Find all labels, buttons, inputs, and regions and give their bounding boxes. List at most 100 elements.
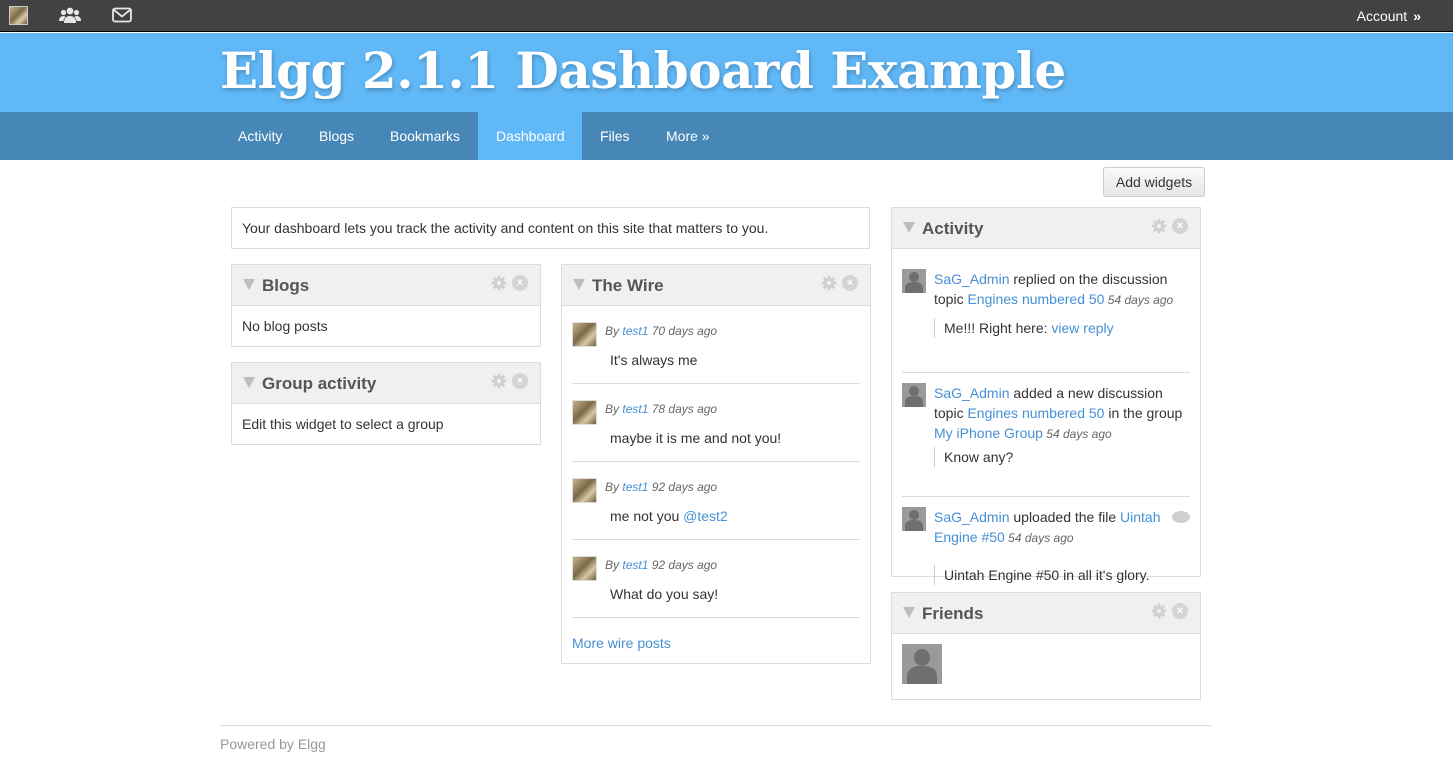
widget-the-wire: The Wire × By test1 70 days ago It's alw…	[561, 264, 871, 664]
widget-header: Blogs ×	[232, 265, 540, 306]
user-link[interactable]: SaG_Admin	[934, 509, 1009, 525]
widget-header: The Wire ×	[562, 265, 870, 306]
wire-author-link[interactable]: test1	[622, 480, 648, 494]
nav-item-files[interactable]: Files	[582, 112, 648, 160]
add-widgets-button[interactable]: Add widgets	[1103, 167, 1205, 197]
site-title[interactable]: Elgg 2.1.1 Dashboard Example	[220, 41, 1066, 100]
nav-item-more[interactable]: More »	[648, 112, 728, 160]
collapse-toggle-icon[interactable]	[903, 222, 915, 233]
user-avatar-icon[interactable]	[902, 269, 926, 293]
collapse-toggle-icon[interactable]	[573, 279, 585, 290]
groups-icon[interactable]	[58, 5, 82, 25]
user-link[interactable]: SaG_Admin	[934, 385, 1009, 401]
user-avatar-icon[interactable]	[572, 478, 597, 503]
mail-icon[interactable]	[111, 5, 133, 25]
activity-excerpt: Me!!! Right here: view reply	[934, 318, 1114, 338]
activity-item: SaG_Admin added a new discussion topic E…	[902, 383, 1190, 497]
activity-time: 54 days ago	[1104, 293, 1174, 307]
activity-excerpt: Know any?	[934, 447, 1013, 467]
widget-title: Blogs	[262, 276, 310, 295]
nav-item-blogs[interactable]: Blogs	[301, 112, 372, 160]
topbar: Account »	[0, 0, 1453, 32]
widget-activity: Activity × SaG_Admin replied on the disc…	[891, 207, 1201, 601]
wire-message: It's always me	[610, 352, 698, 368]
close-icon[interactable]: ×	[512, 275, 528, 291]
user-avatar-icon[interactable]	[572, 322, 597, 347]
activity-item: SaG_Admin replied on the discussion topi…	[902, 269, 1190, 373]
friend-avatar-icon[interactable]	[902, 644, 942, 684]
nav-item-activity[interactable]: Activity	[220, 112, 300, 160]
wire-byline: By test1 78 days ago	[605, 402, 718, 416]
wire-post: By test1 92 days ago What do you say!	[572, 540, 860, 618]
wire-byline: By test1 70 days ago	[605, 324, 718, 338]
widget-body: No blog posts	[242, 318, 328, 334]
widget-group-activity: Group activity × Edit this widget to sel…	[231, 362, 541, 445]
widget-title: Group activity	[262, 374, 377, 393]
gear-icon[interactable]	[491, 275, 507, 291]
activity-excerpt: Uintah Engine #50 in all it's glory.	[934, 565, 1150, 585]
gear-icon[interactable]	[491, 373, 507, 389]
wire-byline: By test1 92 days ago	[605, 558, 718, 572]
widget-blogs: Blogs × No blog posts	[231, 264, 541, 347]
view-reply-link[interactable]: view reply	[1051, 320, 1113, 336]
widget-body: Edit this widget to select a group	[242, 416, 444, 432]
widget-header: Activity ×	[892, 208, 1200, 249]
activity-summary: SaG_Admin replied on the discussion topi…	[934, 271, 1174, 307]
wire-post: By test1 78 days ago maybe it is me and …	[572, 384, 860, 462]
main-nav: Activity Blogs Bookmarks Dashboard Files…	[0, 112, 1453, 160]
wire-message: maybe it is me and not you!	[610, 430, 782, 446]
collapse-toggle-icon[interactable]	[243, 279, 255, 290]
widget-title: The Wire	[592, 276, 664, 295]
comment-icon[interactable]	[1172, 511, 1190, 523]
nav-item-bookmarks[interactable]: Bookmarks	[372, 112, 478, 160]
activity-summary: SaG_Admin added a new discussion topic E…	[934, 385, 1183, 441]
wire-message: What do you say!	[610, 586, 719, 602]
wire-post: By test1 92 days ago me not you @test2	[572, 462, 860, 540]
site-header: Elgg 2.1.1 Dashboard Example	[0, 33, 1453, 112]
gear-icon[interactable]	[1151, 218, 1167, 234]
collapse-toggle-icon[interactable]	[243, 377, 255, 388]
wire-list: By test1 70 days ago It's always me By t…	[572, 306, 860, 618]
close-icon[interactable]: ×	[1172, 218, 1188, 234]
dashboard-intro: Your dashboard lets you track the activi…	[231, 207, 870, 249]
close-icon[interactable]: ×	[512, 373, 528, 389]
close-icon[interactable]: ×	[842, 275, 858, 291]
activity-list: SaG_Admin replied on the discussion topi…	[902, 269, 1190, 601]
topic-link[interactable]: Engines numbered 50	[967, 405, 1104, 421]
wire-author-link[interactable]: test1	[622, 558, 648, 572]
wire-message: me not you @test2	[610, 508, 728, 524]
user-avatar-icon[interactable]	[902, 383, 926, 407]
widget-header: Group activity ×	[232, 363, 540, 404]
widget-title: Activity	[922, 219, 984, 238]
nav-item-dashboard[interactable]: Dashboard	[478, 112, 582, 160]
mention-link[interactable]: @test2	[683, 508, 728, 524]
wire-byline: By test1 92 days ago	[605, 480, 718, 494]
collapse-toggle-icon[interactable]	[903, 607, 915, 618]
activity-item: SaG_Admin uploaded the file Uintah Engin…	[902, 507, 1190, 601]
more-wire-posts-link[interactable]: More wire posts	[572, 635, 671, 651]
topic-link[interactable]: Engines numbered 50	[967, 291, 1104, 307]
footer-divider	[220, 725, 1211, 726]
widget-title: Friends	[922, 604, 984, 623]
user-link[interactable]: SaG_Admin	[934, 271, 1009, 287]
wire-author-link[interactable]: test1	[622, 324, 648, 338]
user-avatar-icon[interactable]	[572, 556, 597, 581]
account-chevron-icon: »	[1413, 8, 1421, 24]
user-avatar-icon[interactable]	[902, 507, 926, 531]
user-avatar-icon[interactable]	[9, 6, 28, 25]
gear-icon[interactable]	[821, 275, 837, 291]
widget-header: Friends ×	[892, 593, 1200, 634]
gear-icon[interactable]	[1151, 603, 1167, 619]
activity-summary: SaG_Admin uploaded the file Uintah Engin…	[934, 509, 1161, 545]
widget-friends: Friends ×	[891, 592, 1201, 700]
close-icon[interactable]: ×	[1172, 603, 1188, 619]
account-label: Account	[1356, 8, 1408, 24]
powered-by-link[interactable]: Powered by Elgg	[220, 736, 326, 752]
activity-time: 54 days ago	[1004, 531, 1074, 545]
account-menu[interactable]: Account »	[1357, 6, 1421, 26]
wire-author-link[interactable]: test1	[622, 402, 648, 416]
wire-post: By test1 70 days ago It's always me	[572, 306, 860, 384]
activity-time: 54 days ago	[1042, 427, 1112, 441]
user-avatar-icon[interactable]	[572, 400, 597, 425]
group-link[interactable]: My iPhone Group	[934, 425, 1043, 441]
